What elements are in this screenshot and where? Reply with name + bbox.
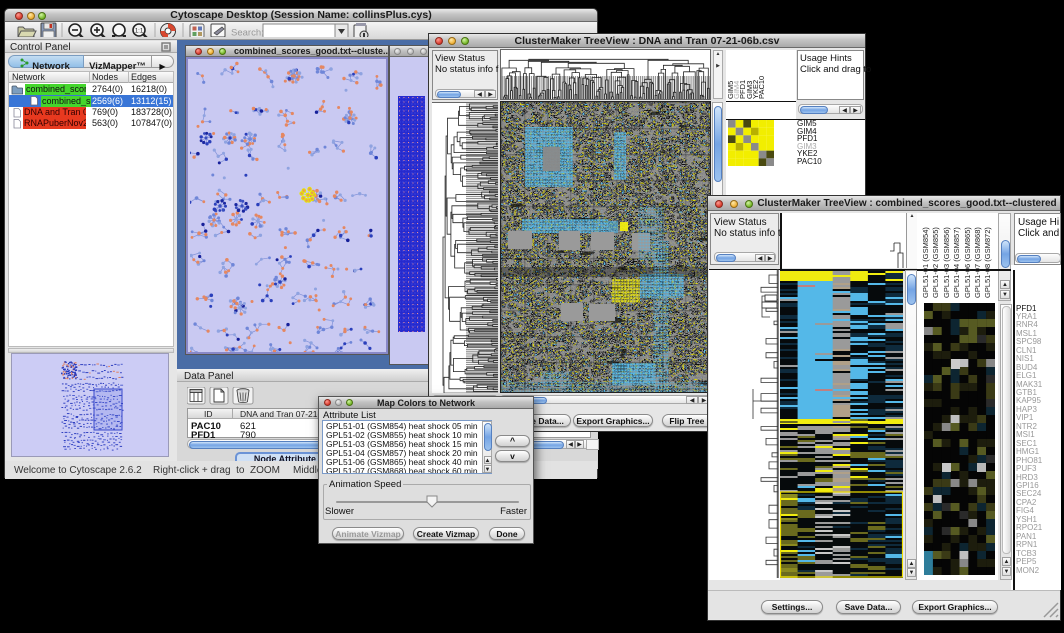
svg-text:1:1: 1:1 xyxy=(135,29,144,35)
svg-text:Search:: Search: xyxy=(231,28,264,38)
